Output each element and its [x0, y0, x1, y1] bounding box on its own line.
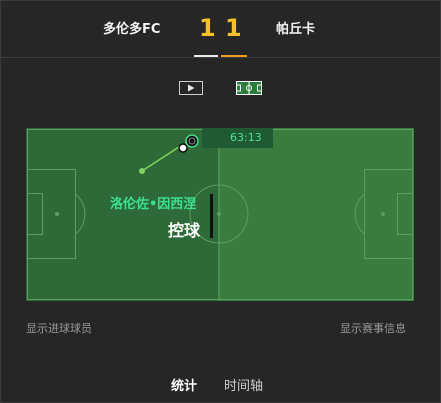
pitch-icon — [236, 81, 262, 95]
show-scorers-link[interactable]: 显示进球球员 — [26, 320, 92, 336]
pitch-field: 63:13 洛伦佐•因西涅 控球 — [26, 128, 414, 301]
away-score: 1 — [225, 14, 242, 42]
event-time-badge: 63:13 — [202, 128, 273, 148]
tab-timeline[interactable]: 时间轴 — [224, 375, 263, 394]
play-icon — [179, 81, 203, 95]
tab-stats[interactable]: 统计 — [171, 375, 197, 394]
pitch-lines — [27, 129, 413, 300]
action-marker-bar — [210, 194, 213, 238]
player-name: 洛伦佐•因西涅 — [110, 197, 197, 212]
home-score: 1 — [199, 14, 216, 42]
event-action: 控球 — [168, 221, 201, 240]
ball-marker-icon — [178, 134, 199, 153]
header-divider — [0, 57, 441, 58]
path-start-dot — [139, 168, 145, 174]
video-view-button[interactable] — [179, 80, 203, 95]
home-team-name[interactable]: 多伦多FC — [103, 18, 160, 37]
away-team-name[interactable]: 帕丘卡 — [276, 18, 315, 37]
pitch-view-button[interactable] — [236, 80, 262, 95]
show-match-info-link[interactable]: 显示赛事信息 — [340, 320, 406, 336]
